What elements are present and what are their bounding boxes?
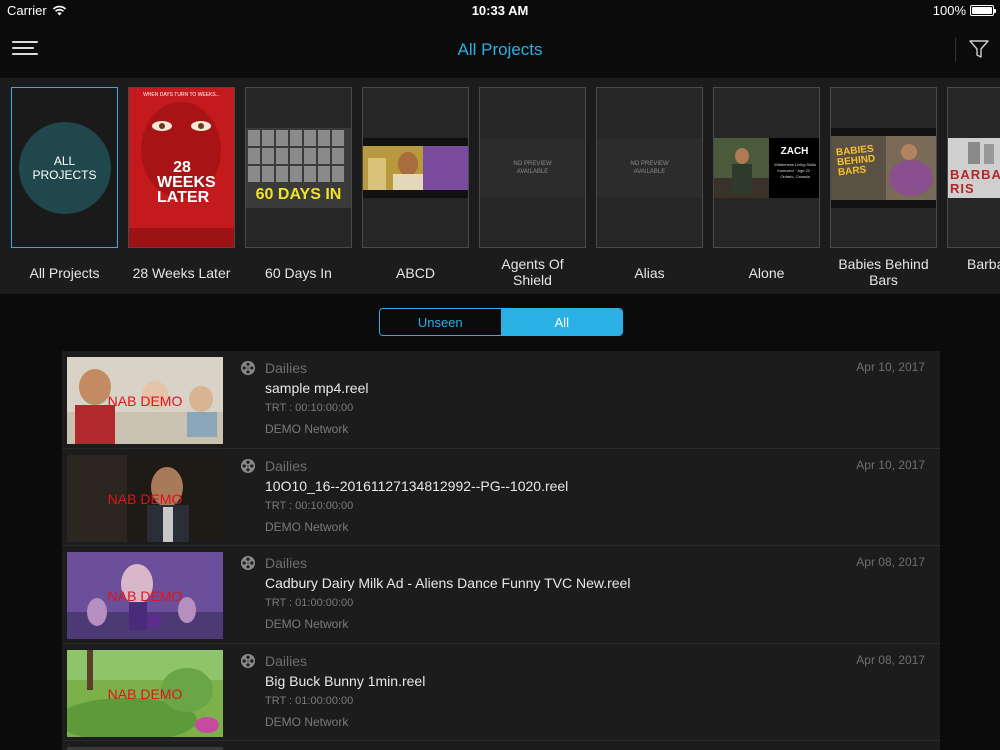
poster-alone-art: ZACH Wilderness Living Skills Instructor…: [714, 137, 819, 198]
project-label: 28 Weeks Later: [132, 265, 231, 281]
project-card-alone[interactable]: ZACH Wilderness Living Skills Instructor…: [713, 87, 820, 290]
poster-name: ZACH: [780, 145, 809, 157]
status-time: 10:33 AM: [471, 3, 529, 18]
reel-category: Dailies: [265, 360, 308, 376]
reel-row[interactable]: NAB DEMO Dailies Apr 10, 2017 sample mp4…: [62, 351, 940, 449]
project-card-agents-of-shield[interactable]: NO PREVIEW AVAILABLE Agents Of Shield: [479, 87, 586, 290]
unseen-all-segmented-control[interactable]: Unseen All: [379, 308, 623, 336]
poster-abcd-art: [363, 137, 468, 198]
reel-name: sample mp4.reel: [265, 380, 369, 396]
all-projects-circle: ALL PROJECTS: [18, 121, 111, 214]
page-title: All Projects: [457, 40, 543, 59]
reel-name: Cadbury Dairy Milk Ad - Aliens Dance Fun…: [265, 575, 631, 591]
nab-demo-watermark: NAB DEMO: [107, 393, 183, 409]
reel-thumbnail: NAB DEMO: [67, 454, 223, 542]
nav-divider: [955, 38, 956, 62]
poster-title: BABIES BEHIND BARS: [835, 143, 876, 178]
reel-date: Apr 08, 2017: [856, 652, 925, 667]
reel-row[interactable]: NAB DEMO Dailies Apr 10, 2017 10O10_16--…: [62, 448, 940, 546]
reel-trt: TRT : 01:00:00:00: [265, 694, 354, 707]
reel-category: Dailies: [265, 457, 308, 474]
reel-thumbnail: NAB DEMO: [67, 649, 223, 737]
film-reel-icon: [241, 361, 255, 375]
no-preview-placeholder: NO PREVIEW AVAILABLE: [597, 137, 702, 198]
project-card-barba-ris[interactable]: BARBA RIS Barba Ris: [947, 87, 1000, 290]
project-thumbnail: BARBA RIS: [947, 87, 1000, 248]
reel-trt: TRT : 01:00:00:00: [265, 597, 354, 609]
reel-thumbnail: NAB DEMO: [67, 552, 223, 639]
project-label: Alone: [748, 265, 785, 281]
poster-title: BARBA RIS: [950, 166, 1000, 196]
segment-unseen[interactable]: Unseen: [380, 309, 502, 335]
nab-demo-watermark: NAB DEMO: [107, 588, 183, 604]
project-card-alias[interactable]: NO PREVIEW AVAILABLE Alias: [596, 87, 703, 290]
film-reel-icon: [241, 458, 255, 473]
project-thumbnail: 60 DAYS IN: [245, 87, 352, 248]
status-bar: Carrier 10:33 AM 100%: [0, 0, 1000, 22]
project-card-all-projects[interactable]: ALL PROJECTS All Projects: [11, 87, 118, 290]
poster-title: 60 DAYS IN: [255, 185, 342, 203]
project-label: Agents Of Shield: [501, 256, 564, 288]
reel-date: Apr 08, 2017: [856, 555, 925, 569]
poster-title: 28 WEEKS LATER: [157, 159, 216, 206]
project-label: ABCD: [396, 265, 435, 281]
reel-trt: TRT : 00:10:00:00: [265, 402, 354, 414]
project-label: Alias: [634, 265, 665, 281]
film-reel-icon: [241, 653, 255, 668]
project-carousel[interactable]: ALL PROJECTS All Projects WHEN DAYS TURN…: [0, 78, 1000, 294]
poster-babies-behind-bars-art: BABIES BEHIND BARS: [831, 127, 936, 208]
reel-category: Dailies: [265, 555, 308, 571]
project-label: Babies Behind Bars: [838, 256, 929, 288]
reel-network: DEMO Network: [265, 714, 349, 729]
battery-percent: 100%: [932, 3, 966, 18]
project-thumbnail: NO PREVIEW AVAILABLE: [479, 87, 586, 248]
nab-demo-watermark: NAB DEMO: [107, 685, 183, 702]
status-right: 100%: [932, 3, 996, 18]
reel-category: Dailies: [265, 652, 308, 669]
project-card-abcd[interactable]: ABCD: [362, 87, 469, 290]
project-thumbnail: ALL PROJECTS: [11, 87, 118, 248]
poster-tagline: WHEN DAYS TURN TO WEEKS...: [143, 92, 220, 98]
project-thumbnail: WHEN DAYS TURN TO WEEKS... 28 WEEKS LATE…: [128, 87, 235, 248]
segment-all[interactable]: All: [501, 309, 622, 335]
poster-barba-ris-art: BARBA RIS: [948, 137, 1000, 198]
project-card-babies-behind-bars[interactable]: BABIES BEHIND BARS Babies Behind Bars: [830, 87, 937, 290]
project-thumbnail: [362, 87, 469, 248]
project-thumbnail: ZACH Wilderness Living Skills Instructor…: [713, 87, 820, 248]
reel-row[interactable]: NAB DEMO Dailies Apr 08, 2017 Big Buck B…: [62, 643, 940, 741]
project-card-60-days-in[interactable]: 60 DAYS IN 60 Days In: [245, 87, 352, 290]
filter-icon[interactable]: [968, 38, 990, 60]
reel-thumbnail: NAB DEMO: [67, 357, 223, 444]
reel-row[interactable]: NAB DEMO Dailies Apr 08, 2017 Cadbury Da…: [62, 546, 940, 644]
reel-name: 10O10_16--20161127134812992--PG--1020.re…: [265, 477, 569, 494]
reel-network: DEMO Network: [265, 617, 349, 631]
project-label: Barba Ris: [967, 256, 1000, 272]
poster-caption: Wilderness Living Skills Instructor · Ag…: [774, 161, 816, 179]
reel-name: Big Buck Bunny 1min.reel: [265, 672, 426, 689]
project-label: 60 Days In: [265, 265, 332, 281]
reel-row-partial[interactable]: [62, 741, 940, 750]
project-thumbnail: BABIES BEHIND BARS: [830, 87, 937, 248]
project-label: All Projects: [29, 265, 100, 281]
no-preview-placeholder: NO PREVIEW AVAILABLE: [480, 137, 585, 198]
nab-demo-watermark: NAB DEMO: [107, 490, 183, 507]
project-thumbnail: NO PREVIEW AVAILABLE: [596, 87, 703, 248]
battery-icon: [970, 5, 996, 16]
nav-bar: All Projects: [0, 22, 1000, 78]
reel-list: NAB DEMO Dailies Apr 10, 2017 sample mp4…: [62, 351, 940, 750]
project-card-28-weeks-later[interactable]: WHEN DAYS TURN TO WEEKS... 28 WEEKS LATE…: [128, 87, 235, 290]
poster-60-days-in-art: 60 DAYS IN: [246, 127, 351, 208]
reel-date: Apr 10, 2017: [856, 360, 925, 374]
reel-trt: TRT : 00:10:00:00: [265, 499, 354, 512]
reel-network: DEMO Network: [265, 422, 349, 436]
reel-network: DEMO Network: [265, 519, 349, 534]
reel-date: Apr 10, 2017: [856, 457, 925, 472]
film-reel-icon: [241, 556, 255, 570]
